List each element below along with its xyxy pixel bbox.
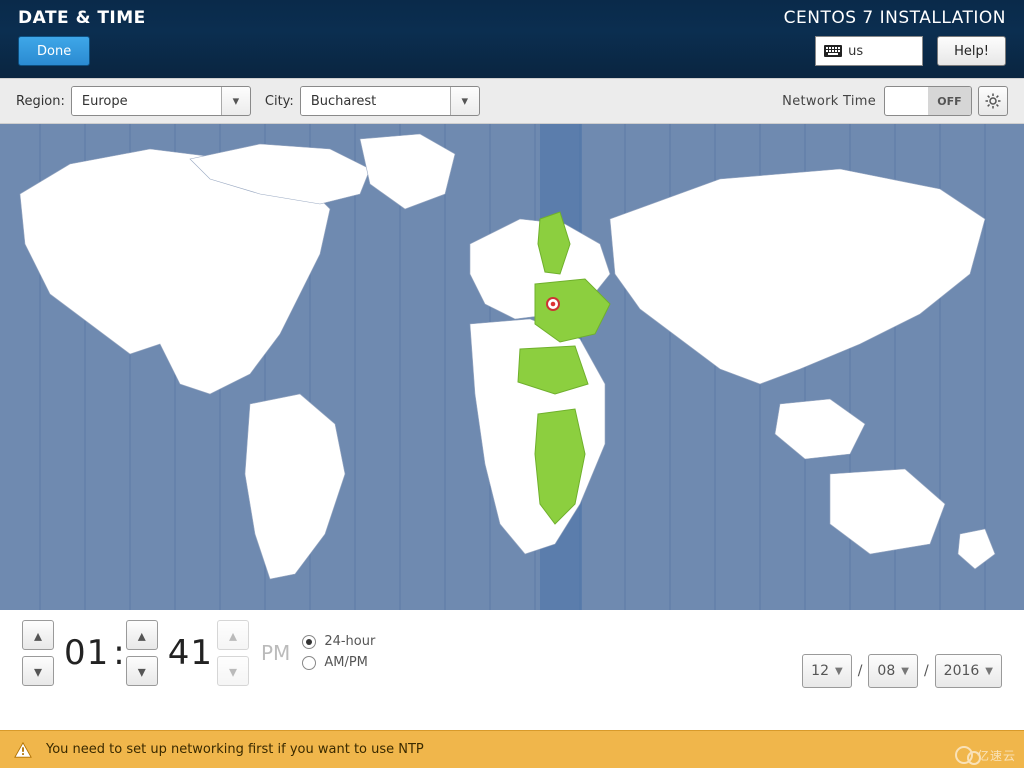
year-combo[interactable]: 2016 ▼ xyxy=(935,654,1002,688)
header-right: CENTOS 7 INSTALLATION xyxy=(784,8,1006,28)
ampm-up-button[interactable]: ▴ xyxy=(217,620,249,650)
month-combo[interactable]: 12 ▼ xyxy=(802,654,852,688)
time-block: ▴ ▾ 01 : ▴ ▾ 41 ▴ ▾ PM xyxy=(22,620,290,686)
time-minutes: 41 xyxy=(166,633,215,673)
city-label: City: xyxy=(265,94,294,109)
gear-icon xyxy=(985,93,1001,109)
city-combo[interactable]: Bucharest ▾ xyxy=(300,86,480,116)
keyboard-layout-indicator[interactable]: us xyxy=(815,36,923,66)
header: DATE & TIME Done CENTOS 7 INSTALLATION u… xyxy=(0,0,1024,78)
radio-24hour[interactable]: 24-hour xyxy=(302,634,375,649)
warning-icon xyxy=(14,741,32,759)
radio-icon xyxy=(302,635,316,649)
minutes-up-button[interactable]: ▴ xyxy=(126,620,158,650)
time-hours: 01 xyxy=(62,633,111,673)
day-value: 08 xyxy=(877,663,895,679)
network-time-label: Network Time xyxy=(782,94,876,109)
bottom-controls: ▴ ▾ 01 : ▴ ▾ 41 ▴ ▾ PM 24-hour AM/PM 12 … xyxy=(0,610,1024,730)
date-separator: / xyxy=(924,663,929,679)
toggle-off: OFF xyxy=(928,87,971,115)
ampm-down-button[interactable]: ▾ xyxy=(217,656,249,686)
warning-text: You need to set up networking first if y… xyxy=(46,742,424,757)
timezone-map[interactable] xyxy=(0,124,1024,610)
toggle-on xyxy=(885,87,928,115)
chevron-down-icon: ▼ xyxy=(835,666,843,677)
installer-title: CENTOS 7 INSTALLATION xyxy=(784,8,1006,28)
time-format-group: 24-hour AM/PM xyxy=(302,620,375,670)
toolbar: Region: Europe ▾ City: Bucharest ▾ Netwo… xyxy=(0,78,1024,124)
keyboard-icon xyxy=(824,45,842,57)
date-separator: / xyxy=(858,663,863,679)
chevron-down-icon: ▼ xyxy=(901,666,909,677)
chevron-down-icon[interactable]: ▾ xyxy=(222,87,250,115)
hours-up-button[interactable]: ▴ xyxy=(22,620,54,650)
help-button[interactable]: Help! xyxy=(937,36,1006,66)
year-value: 2016 xyxy=(944,663,980,679)
ntp-settings-button[interactable] xyxy=(978,86,1008,116)
location-pin xyxy=(547,298,559,310)
radio-icon xyxy=(302,656,316,670)
day-combo[interactable]: 08 ▼ xyxy=(868,654,918,688)
city-value: Bucharest xyxy=(301,87,451,115)
radio-ampm[interactable]: AM/PM xyxy=(302,655,375,670)
time-ampm: PM xyxy=(261,641,290,665)
watermark: 亿速云 xyxy=(955,746,1016,764)
region-combo[interactable]: Europe ▾ xyxy=(71,86,251,116)
chevron-down-icon: ▼ xyxy=(985,666,993,677)
minutes-down-button[interactable]: ▾ xyxy=(126,656,158,686)
region-value: Europe xyxy=(72,87,222,115)
keyboard-layout-text: us xyxy=(848,44,863,59)
hours-down-button[interactable]: ▾ xyxy=(22,656,54,686)
date-block: 12 ▼ / 08 ▼ / 2016 ▼ xyxy=(802,654,1002,688)
warning-bar: You need to set up networking first if y… xyxy=(0,730,1024,768)
month-value: 12 xyxy=(811,663,829,679)
chevron-down-icon[interactable]: ▾ xyxy=(451,87,479,115)
network-time-toggle[interactable]: OFF xyxy=(884,86,972,116)
done-button[interactable]: Done xyxy=(18,36,90,66)
radio-24hour-label: 24-hour xyxy=(324,634,375,649)
radio-ampm-label: AM/PM xyxy=(324,655,368,670)
continents xyxy=(20,134,995,579)
region-label: Region: xyxy=(16,94,65,109)
